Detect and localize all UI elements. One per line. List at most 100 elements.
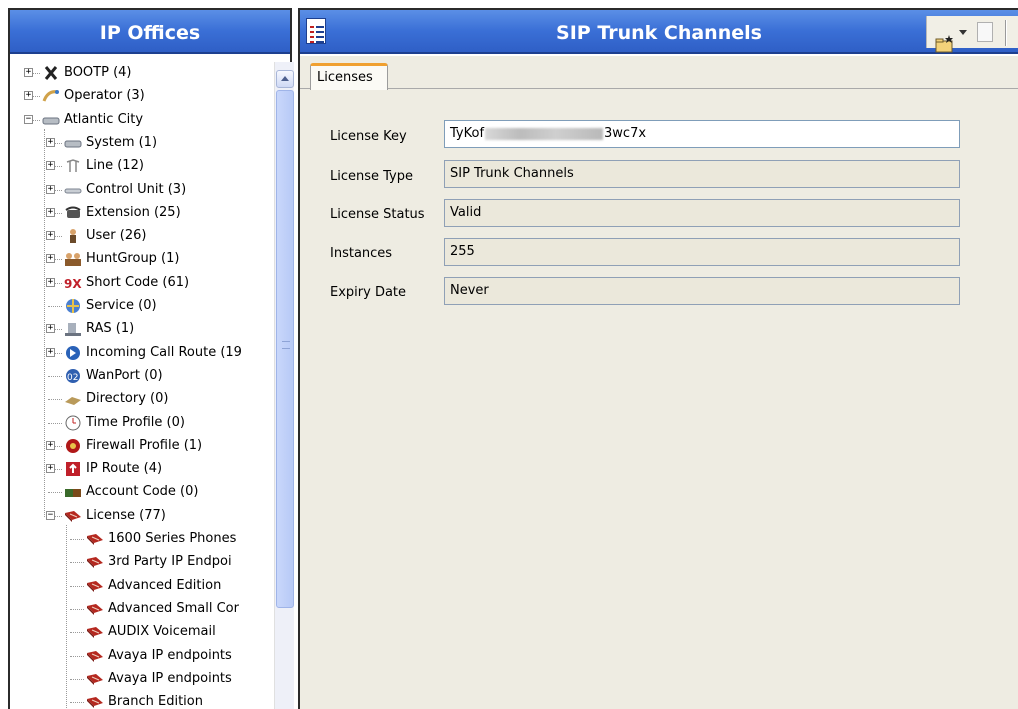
tree-connector [70, 632, 84, 634]
tree-node[interactable]: Advanced Small Cor [10, 598, 272, 620]
tree-node[interactable]: Account Code (0) [10, 481, 272, 503]
expand-icon[interactable]: + [46, 347, 55, 357]
details-title-bar: SIP Trunk Channels [300, 10, 1018, 54]
tree-node-label: AUDIX Voicemail [108, 624, 216, 640]
license-icon [86, 648, 104, 664]
tree-connector [48, 422, 62, 424]
tree-node[interactable]: + User (26) [10, 225, 272, 247]
ip-offices-title: IP Offices [10, 10, 290, 54]
tree-node-label: Avaya IP endpoints [108, 670, 232, 686]
tree-node-label: Operator (3) [64, 88, 145, 104]
tree-node[interactable]: Avaya IP endpoints [10, 645, 272, 667]
tree-node[interactable]: Advanced Edition [10, 575, 272, 597]
dropdown-arrow-icon[interactable] [959, 30, 967, 35]
tree-node[interactable]: + Extension (25) [10, 202, 272, 224]
time-profile-icon [64, 415, 82, 431]
account-code-icon [64, 484, 82, 500]
tree-node[interactable]: − License (77) [10, 505, 272, 527]
expand-icon[interactable]: + [46, 440, 55, 450]
expand-icon[interactable]: + [46, 207, 55, 217]
svg-text:02: 02 [67, 373, 78, 383]
tree-node[interactable]: + Control Unit (3) [10, 179, 272, 201]
tree-node-label: Directory (0) [86, 391, 169, 407]
tree-node[interactable]: Branch Edition [10, 691, 272, 709]
scrollbar-thumb[interactable] [276, 90, 294, 608]
tree-connector [70, 539, 84, 540]
tree-node[interactable]: + BOOTP (4) [10, 62, 272, 84]
tree-node[interactable]: + RAS (1) [10, 318, 272, 340]
tree-connector [48, 399, 62, 401]
expand-icon[interactable]: + [46, 464, 55, 474]
tree-connector [70, 608, 84, 610]
tree-node[interactable]: +9X Short Code (61) [10, 272, 272, 294]
tree-node[interactable]: + Incoming Call Route (19 [10, 342, 272, 364]
expand-icon[interactable]: + [46, 277, 55, 287]
tree-node[interactable]: 02 WanPort (0) [10, 365, 272, 387]
tree-node-label: Control Unit (3) [86, 181, 187, 197]
tree-node[interactable]: + Firewall Profile (1) [10, 435, 272, 457]
tab-licenses[interactable]: Licenses [310, 63, 388, 90]
new-folder-icon[interactable] [935, 24, 955, 53]
tree-node[interactable]: Time Profile (0) [10, 412, 272, 434]
service-icon [64, 298, 82, 314]
tree-node[interactable]: Avaya IP endpoints [10, 668, 272, 690]
license-key-value-end: 3wc7x [604, 126, 647, 141]
tree-node[interactable]: 3rd Party IP Endpoi [10, 551, 272, 573]
huntgroup-icon [64, 251, 82, 267]
tree-node-label: 3rd Party IP Endpoi [108, 554, 232, 570]
license-icon [86, 578, 104, 594]
tree-node[interactable]: + IP Route (4) [10, 458, 272, 480]
tree-node[interactable]: + HuntGroup (1) [10, 248, 272, 270]
operator-icon [42, 88, 60, 104]
expand-icon[interactable]: + [46, 184, 55, 194]
tree-node-label: Advanced Small Cor [108, 600, 239, 616]
tree-node-label: RAS (1) [86, 321, 135, 337]
tree-node-label: Advanced Edition [108, 577, 222, 593]
expand-icon[interactable]: + [46, 231, 55, 241]
export-icon[interactable] [977, 22, 993, 42]
tree-node[interactable]: + System (1) [10, 132, 272, 154]
scrollbar-grip-icon [282, 341, 290, 349]
tree-node[interactable]: + Operator (3) [10, 85, 272, 107]
user-icon [64, 228, 82, 244]
scroll-up-arrow-icon[interactable] [276, 70, 294, 88]
tree-node-label: Line (12) [86, 158, 144, 174]
tree-node[interactable]: Service (0) [10, 295, 272, 317]
license-status-field: Valid [444, 199, 960, 227]
tree-node[interactable]: 1600 Series Phones [10, 528, 272, 550]
tree-node-label: Incoming Call Route (19 [86, 344, 242, 360]
tree-node-label: IP Route (4) [86, 461, 163, 477]
license-key-field[interactable]: TyKof 3wc7x [444, 120, 960, 148]
tree-node-label: 1600 Series Phones [108, 531, 237, 546]
license-type-field: SIP Trunk Channels [444, 160, 960, 188]
license-icon [64, 508, 82, 524]
tree-node[interactable]: Directory (0) [10, 388, 272, 410]
tree-node[interactable]: AUDIX Voicemail [10, 621, 272, 643]
tree-node[interactable]: − Atlantic City [10, 109, 272, 131]
tree-connector [48, 492, 62, 494]
license-key-value-start: TyKof [450, 126, 485, 141]
expand-icon[interactable]: + [46, 324, 55, 334]
tree-node[interactable]: + Line (12) [10, 155, 272, 177]
system-icon [42, 112, 60, 128]
tree-node-label: User (26) [86, 228, 147, 244]
expand-icon[interactable]: + [24, 91, 33, 101]
expand-icon[interactable]: + [24, 68, 33, 77]
tree-node-label: Avaya IP endpoints [108, 647, 232, 663]
tree-node-label: Account Code (0) [86, 484, 199, 500]
system-icon [64, 135, 82, 151]
instances-label: Instances [330, 246, 393, 261]
tree-scrollbar[interactable] [274, 62, 294, 709]
expiry-date-field: Never [444, 277, 960, 305]
collapse-icon[interactable]: − [46, 510, 55, 520]
expand-icon[interactable]: + [46, 161, 55, 171]
list-view-icon[interactable] [306, 18, 326, 44]
expand-icon[interactable]: + [46, 137, 55, 147]
line-icon [64, 158, 82, 174]
separator [1005, 20, 1007, 46]
expand-icon[interactable]: + [46, 254, 55, 264]
collapse-icon[interactable]: − [24, 114, 33, 124]
tree-connector [70, 655, 84, 657]
firewall-icon [64, 438, 82, 454]
ip-route-icon [64, 461, 82, 477]
